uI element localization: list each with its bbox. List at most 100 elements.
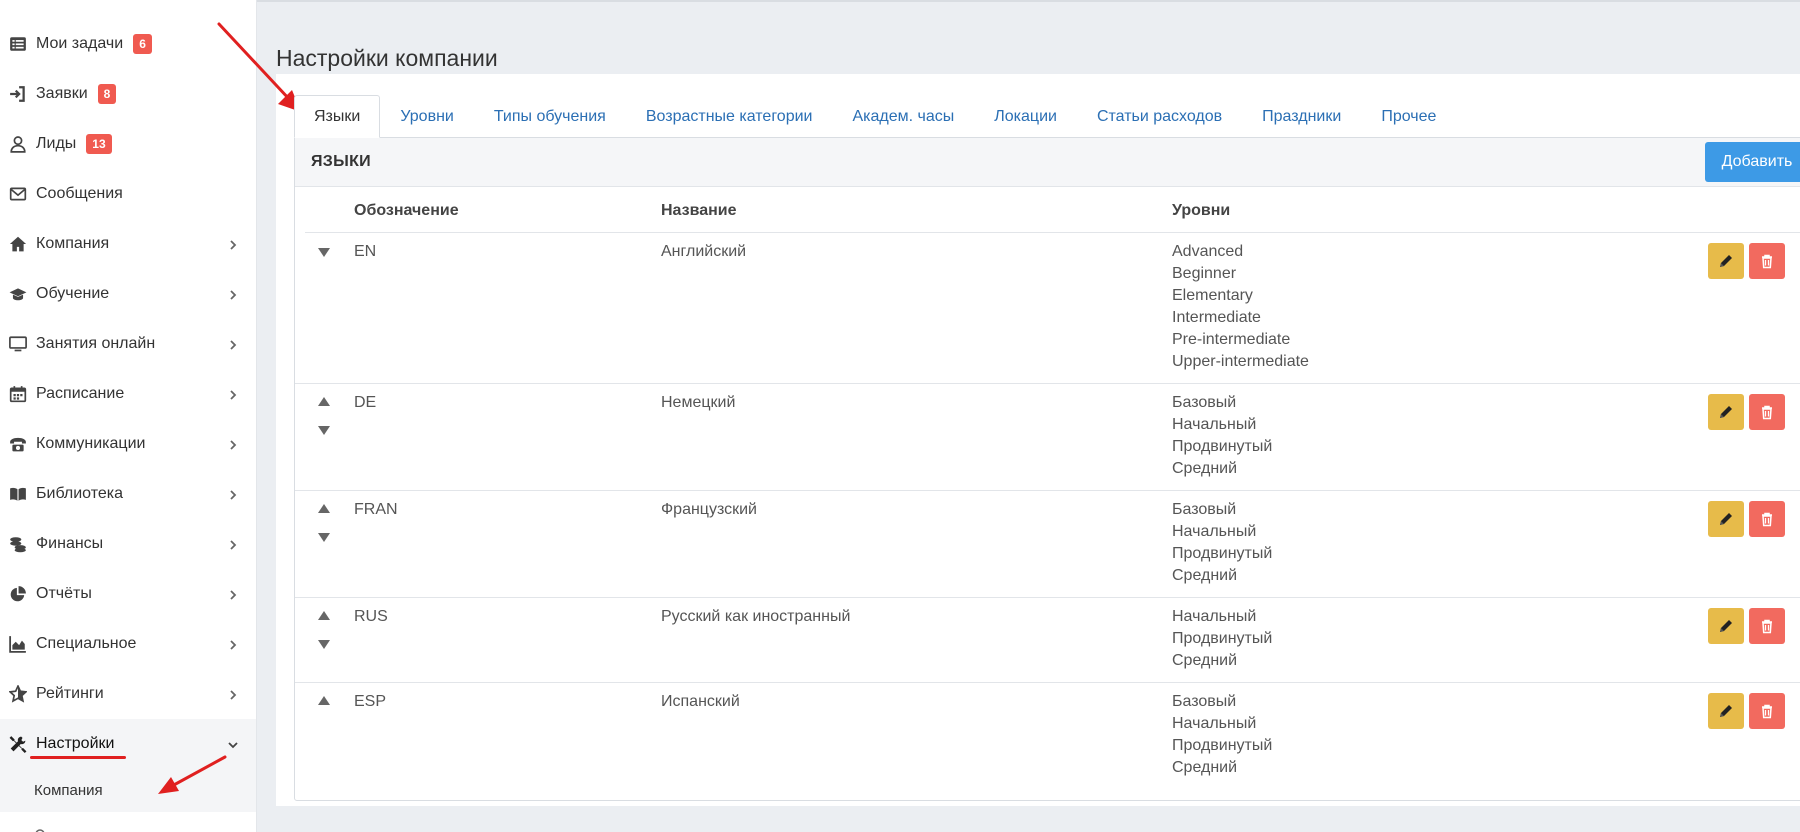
area-chart-icon: [8, 634, 28, 654]
sidebar-item-ratings[interactable]: Рейтинги: [0, 669, 256, 719]
leads-count-badge: 13: [86, 134, 112, 154]
move-down-icon[interactable]: [317, 424, 331, 436]
move-up-icon[interactable]: [317, 396, 331, 408]
language-code: RUS: [354, 608, 388, 625]
envelope-icon: [8, 184, 28, 204]
level-item: Pre-intermediate: [1172, 331, 1291, 348]
chevron-right-icon: [227, 488, 239, 500]
card-header: ЯЗЫКИ Добавить: [295, 138, 1800, 187]
language-code: EN: [354, 243, 377, 260]
sidebar-item-special[interactable]: Специальное: [0, 619, 256, 669]
tab-holidays[interactable]: Праздники: [1242, 95, 1361, 138]
sidebar-item-label: Обучение: [36, 285, 110, 302]
language-levels: Начальный Продвинутый Средний: [1172, 606, 1272, 672]
tab-levels[interactable]: Уровни: [380, 95, 474, 138]
table-row: ESP Испанский Базовый Начальный Продвину…: [295, 683, 1800, 793]
chevron-right-icon: [227, 688, 239, 700]
pencil-icon: [1720, 255, 1732, 267]
trash-icon: [1762, 512, 1772, 527]
language-name: Немецкий: [661, 394, 736, 411]
chevron-right-icon: [227, 438, 239, 450]
language-name: Английский: [661, 243, 747, 260]
sidebar-item-leads[interactable]: Лиды 13: [0, 119, 256, 169]
trash-icon: [1762, 619, 1772, 634]
level-item: Базовый: [1172, 693, 1237, 710]
chevron-right-icon: [227, 338, 239, 350]
level-item: Средний: [1172, 567, 1238, 584]
annotation-underline: [30, 756, 126, 759]
sidebar-subitem-company[interactable]: Компания: [0, 768, 256, 812]
chevron-down-icon: [227, 738, 239, 750]
level-item: Продвинутый: [1172, 438, 1273, 455]
sidebar-item-company[interactable]: Компания: [0, 219, 256, 269]
sidebar-item-label: Библиотека: [36, 485, 123, 502]
tab-age-categories[interactable]: Возрастные категории: [626, 95, 833, 138]
delete-button[interactable]: [1749, 693, 1785, 729]
column-header-levels: Уровни: [1172, 202, 1231, 219]
sidebar-item-label: Заявки: [36, 85, 88, 102]
column-header-code: Обозначение: [354, 202, 459, 219]
sidebar-item-label: Занятия онлайн: [36, 335, 156, 352]
move-up-icon[interactable]: [317, 610, 331, 622]
level-item: Продвинутый: [1172, 737, 1273, 754]
level-item: Продвинутый: [1172, 630, 1273, 647]
sidebar-item-label: Настройки: [36, 735, 115, 752]
trash-icon: [1762, 405, 1772, 420]
tab-languages[interactable]: Языки: [294, 95, 381, 138]
sidebar-item-requests[interactable]: Заявки 8: [0, 69, 256, 119]
page-title: Настройки компании: [276, 45, 498, 72]
sidebar-item-settings[interactable]: Настройки: [0, 719, 256, 769]
sidebar-item-reports[interactable]: Отчёты: [0, 569, 256, 619]
sidebar-item-messages[interactable]: Сообщения: [0, 169, 256, 219]
move-down-icon[interactable]: [317, 531, 331, 543]
sidebar-item-my-tasks[interactable]: Мои задачи 6: [0, 19, 256, 69]
language-name: Французский: [661, 501, 757, 518]
chevron-right-icon: [227, 388, 239, 400]
sidebar-item-library[interactable]: Библиотека: [0, 469, 256, 519]
pencil-icon: [1720, 406, 1732, 418]
edit-button[interactable]: [1708, 394, 1744, 430]
move-down-icon[interactable]: [317, 638, 331, 650]
sidebar-item-label: Финансы: [36, 535, 104, 552]
edit-button[interactable]: [1708, 501, 1744, 537]
level-item: Средний: [1172, 460, 1238, 477]
sidebar-item-communications[interactable]: Коммуникации: [0, 419, 256, 469]
move-up-icon[interactable]: [317, 695, 331, 707]
edit-button[interactable]: [1708, 608, 1744, 644]
tab-locations[interactable]: Локации: [974, 95, 1077, 138]
sidebar-item-label: Рейтинги: [36, 685, 104, 702]
delete-button[interactable]: [1749, 501, 1785, 537]
sidebar: Мои задачи 6 Заявки 8 Лиды 13 Сообщения: [0, 0, 257, 832]
level-item: Продвинутый: [1172, 545, 1273, 562]
edit-button[interactable]: [1708, 243, 1744, 279]
delete-button[interactable]: [1749, 243, 1785, 279]
language-code: ESP: [354, 693, 387, 710]
tab-education-types[interactable]: Типы обучения: [474, 95, 626, 138]
sidebar-item-finance[interactable]: Финансы: [0, 519, 256, 569]
table-row: RUS Русский как иностранный Начальный Пр…: [295, 598, 1800, 683]
tab-other[interactable]: Прочее: [1361, 95, 1456, 138]
tab-academic-hours[interactable]: Академ. часы: [832, 95, 974, 138]
edit-button[interactable]: [1708, 693, 1744, 729]
delete-button[interactable]: [1749, 394, 1785, 430]
move-down-icon[interactable]: [317, 246, 331, 258]
column-header-name: Название: [661, 202, 737, 219]
move-up-icon[interactable]: [317, 503, 331, 515]
sidebar-item-online-classes[interactable]: Занятия онлайн: [0, 319, 256, 369]
level-item: Средний: [1172, 652, 1238, 669]
tab-expense-items[interactable]: Статьи расходов: [1077, 95, 1242, 138]
pencil-icon: [1720, 513, 1732, 525]
sidebar-item-label: Отчёты: [36, 585, 92, 602]
user-icon: [8, 134, 28, 154]
level-item: Intermediate: [1172, 309, 1261, 326]
language-code: FRAN: [354, 501, 398, 518]
level-item: Начальный: [1172, 608, 1257, 625]
sidebar-item-education[interactable]: Обучение: [0, 269, 256, 319]
level-item: Средний: [1172, 759, 1238, 776]
level-item: Upper-intermediate: [1172, 353, 1309, 370]
sidebar-subitem-label: Компания: [34, 781, 103, 799]
add-button[interactable]: Добавить: [1705, 142, 1800, 182]
pencil-icon: [1720, 620, 1732, 632]
delete-button[interactable]: [1749, 608, 1785, 644]
sidebar-item-schedule[interactable]: Расписание: [0, 369, 256, 419]
